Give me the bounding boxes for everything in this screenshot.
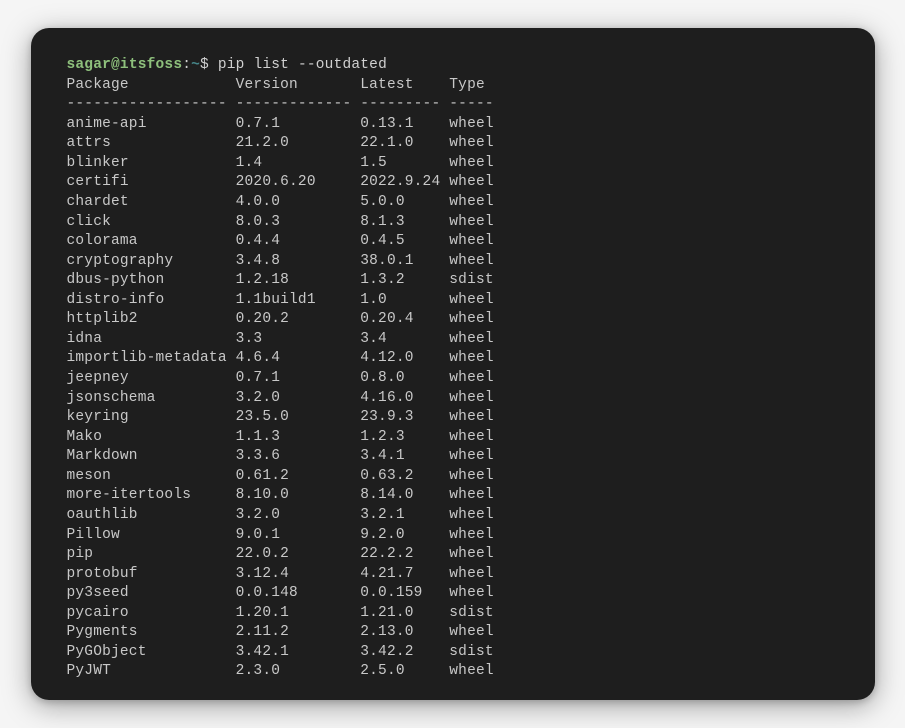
prompt-colon: : <box>182 57 191 73</box>
table-row: jeepney 0.7.1 0.8.0 wheel <box>67 369 839 389</box>
table-row: PyJWT 2.3.0 2.5.0 wheel <box>67 662 839 682</box>
prompt-line: sagar@itsfoss:~$ pip list --outdated <box>67 56 839 76</box>
prompt-command: pip list --outdated <box>218 57 387 73</box>
table-row: importlib-metadata 4.6.4 4.12.0 wheel <box>67 349 839 369</box>
table-row: httplib2 0.20.2 0.20.4 wheel <box>67 310 839 330</box>
table-row: distro-info 1.1build1 1.0 wheel <box>67 291 839 311</box>
prompt-symbol: $ <box>200 57 209 73</box>
prompt-path: ~ <box>191 57 200 73</box>
table-row: anime-api 0.7.1 0.13.1 wheel <box>67 115 839 135</box>
table-row: dbus-python 1.2.18 1.3.2 sdist <box>67 271 839 291</box>
table-row: chardet 4.0.0 5.0.0 wheel <box>67 193 839 213</box>
output-area: Package Version Latest Type-------------… <box>67 76 839 682</box>
table-header: Package Version Latest Type <box>67 76 839 96</box>
table-row: PyGObject 3.42.1 3.42.2 sdist <box>67 643 839 663</box>
table-row: oauthlib 3.2.0 3.2.1 wheel <box>67 506 839 526</box>
table-row: certifi 2020.6.20 2022.9.24 wheel <box>67 173 839 193</box>
table-row: idna 3.3 3.4 wheel <box>67 330 839 350</box>
table-row: more-itertools 8.10.0 8.14.0 wheel <box>67 486 839 506</box>
table-row: Pygments 2.11.2 2.13.0 wheel <box>67 623 839 643</box>
table-row: meson 0.61.2 0.63.2 wheel <box>67 467 839 487</box>
prompt-user: sagar <box>67 57 112 73</box>
table-row: keyring 23.5.0 23.9.3 wheel <box>67 408 839 428</box>
table-row: py3seed 0.0.148 0.0.159 wheel <box>67 584 839 604</box>
prompt-host: itsfoss <box>120 57 182 73</box>
table-separator: ------------------ ------------- -------… <box>67 95 839 115</box>
table-row: Markdown 3.3.6 3.4.1 wheel <box>67 447 839 467</box>
table-row: jsonschema 3.2.0 4.16.0 wheel <box>67 389 839 409</box>
prompt-at: @ <box>111 57 120 73</box>
table-row: blinker 1.4 1.5 wheel <box>67 154 839 174</box>
table-row: colorama 0.4.4 0.4.5 wheel <box>67 232 839 252</box>
terminal-window[interactable]: sagar@itsfoss:~$ pip list --outdated Pac… <box>31 28 875 700</box>
table-row: cryptography 3.4.8 38.0.1 wheel <box>67 252 839 272</box>
table-row: Mako 1.1.3 1.2.3 wheel <box>67 428 839 448</box>
table-row: click 8.0.3 8.1.3 wheel <box>67 213 839 233</box>
table-row: pip 22.0.2 22.2.2 wheel <box>67 545 839 565</box>
table-row: pycairo 1.20.1 1.21.0 sdist <box>67 604 839 624</box>
table-row: Pillow 9.0.1 9.2.0 wheel <box>67 526 839 546</box>
table-row: attrs 21.2.0 22.1.0 wheel <box>67 134 839 154</box>
table-row: protobuf 3.12.4 4.21.7 wheel <box>67 565 839 585</box>
